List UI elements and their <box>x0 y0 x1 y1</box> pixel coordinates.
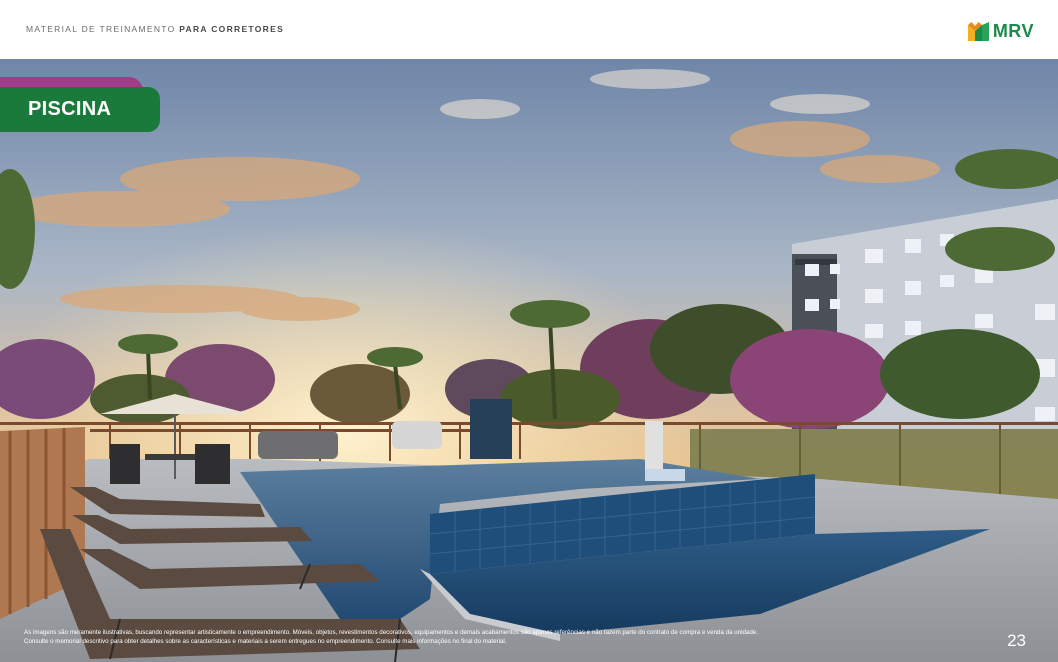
image-disclaimer: As imagens são meramente ilustrativas, b… <box>24 628 984 646</box>
section-tag-label: PISCINA <box>28 98 112 120</box>
mrv-logo: MRV <box>967 21 1034 41</box>
section-tag-badge: PISCINA <box>0 87 160 132</box>
header-title-prefix: MATERIAL DE TREINAMENTO <box>26 24 180 34</box>
pool-render-image <box>0 59 1058 662</box>
mrv-logo-icon <box>967 21 989 41</box>
header-title: MATERIAL DE TREINAMENTO PARA CORRETORES <box>26 24 284 34</box>
page-number: 23 <box>1007 631 1026 650</box>
section-tag: PISCINA <box>0 77 160 133</box>
page-header: MATERIAL DE TREINAMENTO PARA CORRETORES … <box>0 0 1058 59</box>
disclaimer-line-2: Consulte o memorial descritivo para obte… <box>24 638 507 645</box>
disclaimer-line-1: As imagens são meramente ilustrativas, b… <box>24 629 758 636</box>
logo-text: MRV <box>992 21 1034 41</box>
header-title-bold: PARA CORRETORES <box>179 24 285 34</box>
